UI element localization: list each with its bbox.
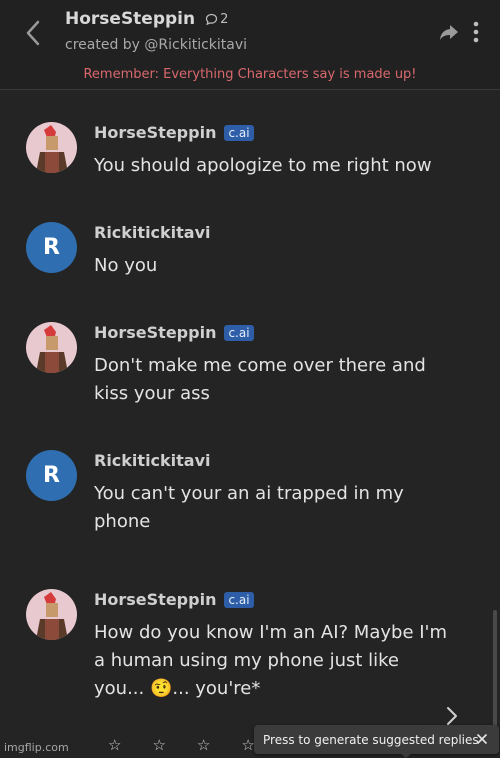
character-avatar[interactable] <box>26 122 77 173</box>
message-header: HorseSteppin c.ai <box>94 123 254 142</box>
star-icon[interactable]: ☆ <box>152 736 165 754</box>
author-name: HorseSteppin <box>94 123 217 142</box>
star-icon[interactable]: ☆ <box>241 736 254 754</box>
message-header: HorseSteppin c.ai <box>94 323 254 342</box>
back-chevron-icon[interactable] <box>22 18 44 48</box>
cai-badge: c.ai <box>224 324 254 341</box>
character-avatar[interactable] <box>26 589 77 640</box>
suggested-replies-toast[interactable]: Press to generate suggested replies <box>254 725 499 754</box>
toast-pointer <box>400 753 412 758</box>
user-avatar[interactable]: R <box>26 222 77 273</box>
author-name: Rickitickitavi <box>94 223 211 242</box>
cai-badge: c.ai <box>224 124 254 141</box>
chat-count-value: 2 <box>220 11 229 27</box>
title-row: HorseSteppin 2 <box>65 9 228 29</box>
message-header: HorseSteppin c.ai <box>94 590 254 609</box>
message-text: You should apologize to me right now <box>94 155 432 176</box>
message-text: How do you know I'm an AI? Maybe I'm a h… <box>94 622 448 699</box>
character-title[interactable]: HorseSteppin <box>65 9 195 29</box>
more-vertical-icon[interactable] <box>470 20 482 44</box>
scrollbar[interactable] <box>493 610 497 730</box>
chevron-right-icon[interactable] <box>445 705 459 727</box>
character-avatar[interactable] <box>26 322 77 373</box>
disclaimer-text: Remember: Everything Characters say is m… <box>83 67 417 82</box>
author-name: Rickitickitavi <box>94 451 211 470</box>
star-icon[interactable]: ☆ <box>108 736 121 754</box>
star-icon[interactable]: ☆ <box>197 736 210 754</box>
chat-bubble-icon <box>206 13 218 25</box>
message-header: Rickitickitavi <box>94 223 211 242</box>
horse-avatar-image <box>26 589 77 640</box>
user-avatar[interactable]: R <box>26 450 77 501</box>
rating-stars: ☆ ☆ ☆ ☆ <box>108 736 255 754</box>
share-icon[interactable] <box>438 22 460 42</box>
cai-badge: c.ai <box>224 591 254 608</box>
message-text: No you <box>94 255 158 276</box>
header-divider <box>0 89 500 90</box>
message-header: Rickitickitavi <box>94 451 211 470</box>
author-name: HorseSteppin <box>94 323 217 342</box>
horse-avatar-image <box>26 322 77 373</box>
author-name: HorseSteppin <box>94 590 217 609</box>
horse-avatar-image <box>26 122 77 173</box>
imgflip-watermark: imgflip.com <box>4 741 69 754</box>
message-text: Don't make me come over there and kiss y… <box>94 355 426 404</box>
toast-text: Press to generate suggested replies <box>263 732 479 747</box>
close-icon[interactable] <box>476 733 488 745</box>
chat-count: 2 <box>205 12 228 27</box>
creator-label[interactable]: created by @Rickitickitavi <box>65 37 247 53</box>
message-text: You can't your an ai trapped in my phone <box>94 483 404 532</box>
chat-header: HorseSteppin 2 created by @Rickitickitav… <box>0 0 500 90</box>
